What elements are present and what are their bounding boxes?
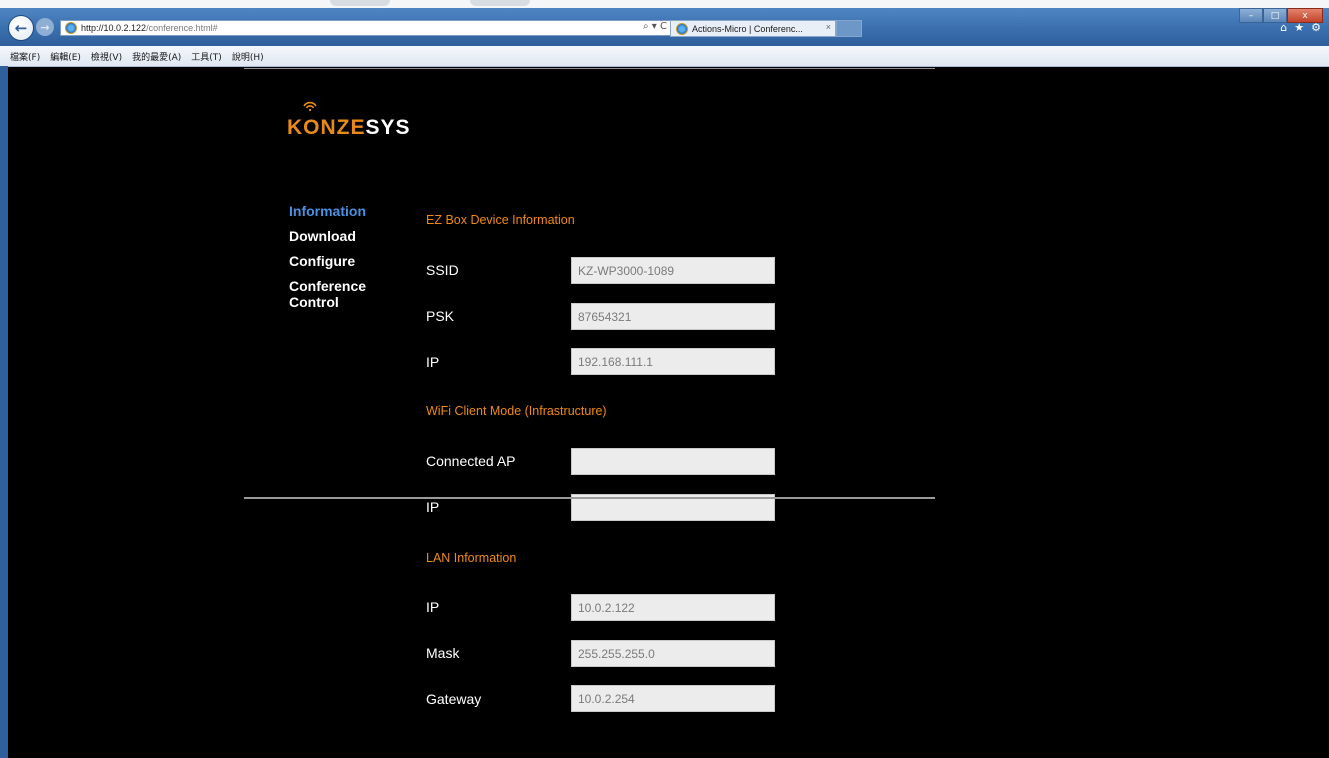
client-ip-label: IP <box>426 499 440 515</box>
gateway-label: Gateway <box>426 691 482 707</box>
address-bar[interactable]: http://10.0.2.122 /conference.html# ⌕ ▾ … <box>60 20 672 36</box>
close-tab-icon[interactable]: × <box>826 22 831 32</box>
ssid-label: SSID <box>426 262 459 278</box>
forward-button[interactable]: → <box>36 18 54 36</box>
browser-chrome: ← → http://10.0.2.122 /conference.html# … <box>0 8 1329 46</box>
sidebar-nav: Information Download Configure Conferenc… <box>289 203 399 319</box>
psk-field[interactable] <box>571 303 775 330</box>
toolbar-icons: ⌂ ★ ⚙ <box>1280 21 1321 34</box>
device-info-title: EZ Box Device Information <box>426 213 575 227</box>
menu-view[interactable]: 檢視(V) <box>91 50 122 63</box>
url-path: /conference.html# <box>146 23 218 33</box>
divider <box>244 68 935 69</box>
desktop-decoration <box>330 0 390 6</box>
device-ip-field[interactable] <box>571 348 775 375</box>
menu-edit[interactable]: 編輯(E) <box>50 50 81 63</box>
lan-info-title: LAN Information <box>426 551 517 565</box>
menu-tools[interactable]: 工具(T) <box>191 50 222 63</box>
lan-ip-label: IP <box>426 599 440 615</box>
home-icon[interactable]: ⌂ <box>1280 21 1287 34</box>
lan-ip-field[interactable] <box>571 594 775 621</box>
ssid-field[interactable] <box>571 257 775 284</box>
logo-part-sys: SYS <box>365 116 411 139</box>
favorites-icon[interactable]: ★ <box>1294 21 1304 34</box>
tab-title: Actions-Micro | Conferenc... <box>692 23 803 34</box>
minimize-button[interactable]: – <box>1239 8 1263 23</box>
logo-part-konze: KONZE <box>287 116 366 139</box>
wifi-logo-icon <box>303 101 317 111</box>
desktop-top-strip <box>0 0 1329 8</box>
ie-tab-icon <box>676 22 688 35</box>
mask-field[interactable] <box>571 640 775 667</box>
ie-page-icon <box>65 22 77 34</box>
connected-ap-label: Connected AP <box>426 453 516 469</box>
gateway-field[interactable] <box>571 685 775 712</box>
url-host: http://10.0.2.122 <box>81 23 147 33</box>
search-refresh-icons[interactable]: ⌕ ▾ C <box>643 21 667 32</box>
connected-ap-field[interactable] <box>571 448 775 475</box>
sidebar-item-download[interactable]: Download <box>289 228 399 244</box>
sidebar-item-conference-control[interactable]: Conference Control <box>289 278 379 310</box>
new-tab-button[interactable] <box>836 20 862 37</box>
device-ip-label: IP <box>426 354 440 370</box>
wifi-client-title: WiFi Client Mode (Infrastructure) <box>426 404 607 418</box>
window-controls: – □ x <box>1239 8 1323 23</box>
menu-help[interactable]: 說明(H) <box>232 50 264 63</box>
mask-label: Mask <box>426 645 460 661</box>
menu-file[interactable]: 檔案(F) <box>10 50 40 63</box>
desktop-decoration <box>470 0 530 6</box>
divider <box>244 497 935 499</box>
window-frame-edge <box>0 66 8 758</box>
konzesys-logo: KONZESYS <box>287 116 411 140</box>
psk-label: PSK <box>426 308 455 324</box>
back-button[interactable]: ← <box>8 15 34 41</box>
tab-conference[interactable]: Actions-Micro | Conferenc... × <box>670 20 836 37</box>
sidebar-item-information[interactable]: Information <box>289 203 399 219</box>
tools-icon[interactable]: ⚙ <box>1311 21 1321 34</box>
sidebar-item-configure[interactable]: Configure <box>289 253 399 269</box>
menu-favorites[interactable]: 我的最愛(A) <box>132 50 181 63</box>
menu-bar: 檔案(F) 編輯(E) 檢視(V) 我的最愛(A) 工具(T) 說明(H) <box>0 46 1329 67</box>
